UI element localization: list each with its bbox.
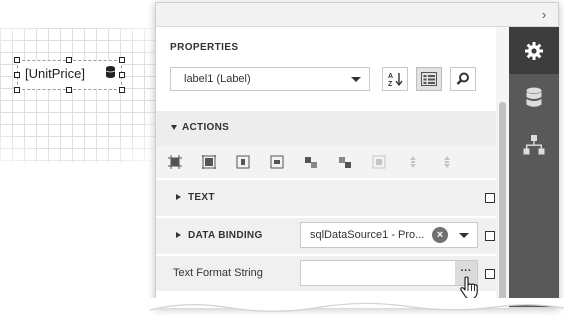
- bring-to-front-icon[interactable]: [304, 155, 318, 169]
- expanded-triangle-icon: [171, 125, 177, 130]
- chevron-down-icon[interactable]: [459, 233, 469, 238]
- svg-text:A: A: [388, 73, 393, 80]
- panel-title: PROPERTIES: [170, 42, 239, 53]
- resize-handle-top-center[interactable]: [66, 57, 72, 63]
- panel-collapse-strip: ›: [156, 3, 558, 27]
- design-surface-grid: [0, 28, 160, 163]
- data-binding-label: DATA BINDING: [188, 230, 263, 241]
- torn-edge-decoration: [150, 298, 564, 312]
- data-binding-checkbox[interactable]: [485, 231, 495, 241]
- text-section-row[interactable]: TEXT: [156, 179, 496, 216]
- component-selector-value: label1 (Label): [184, 73, 251, 85]
- text-section-checkbox[interactable]: [485, 193, 495, 203]
- data-binding-row[interactable]: DATA BINDING sqlDataSource1 - Pro... ×: [156, 217, 496, 254]
- actions-section-label: ACTIONS: [182, 122, 230, 133]
- collapsed-triangle-icon: [176, 232, 181, 238]
- report-explorer-tab[interactable]: [509, 121, 559, 168]
- resize-handle-bottom-center[interactable]: [66, 87, 72, 93]
- size-to-grid-icon[interactable]: [202, 155, 216, 169]
- resize-handle-bottom-right[interactable]: [119, 87, 125, 93]
- data-binding-editor[interactable]: sqlDataSource1 - Pro... ×: [300, 222, 478, 248]
- clear-icon[interactable]: ×: [432, 227, 448, 243]
- properties-tab[interactable]: [509, 27, 559, 74]
- text-format-string-checkbox[interactable]: [485, 269, 495, 279]
- resize-handle-top-left[interactable]: [14, 57, 20, 63]
- component-selector[interactable]: label1 (Label): [170, 67, 370, 91]
- vertical-align-alt-icon: [444, 156, 450, 168]
- text-format-string-editor[interactable]: ···: [300, 260, 478, 286]
- fit-bounds-icon: [372, 155, 386, 169]
- sort-alphabetical-icon: A Z: [388, 73, 403, 87]
- categorized-view-icon: [421, 72, 437, 86]
- resize-handle-middle-right[interactable]: [119, 72, 125, 78]
- search-button[interactable]: [450, 67, 476, 91]
- resize-handle-bottom-left[interactable]: [14, 87, 20, 93]
- scrollbar-thumb[interactable]: [499, 102, 506, 302]
- report-label-control[interactable]: [UnitPrice]: [17, 60, 122, 90]
- actions-section-header[interactable]: ACTIONS: [156, 111, 496, 146]
- resize-handle-middle-left[interactable]: [14, 72, 20, 78]
- center-horizontally-icon[interactable]: [236, 155, 250, 169]
- center-vertically-icon[interactable]: [270, 155, 284, 169]
- sort-alphabetical-button[interactable]: A Z: [382, 67, 408, 91]
- collapsed-triangle-icon: [176, 194, 181, 200]
- data-source-tab[interactable]: [509, 74, 559, 121]
- actions-toolbar: [156, 146, 496, 178]
- resize-handle-top-right[interactable]: [119, 57, 125, 63]
- text-section-label: TEXT: [188, 192, 215, 203]
- svg-text:Z: Z: [388, 81, 393, 87]
- text-format-string-row: Text Format String ···: [156, 255, 496, 291]
- search-icon: [456, 72, 469, 85]
- report-explorer-icon: [523, 134, 545, 154]
- text-format-string-label: Text Format String: [173, 267, 263, 279]
- database-binding-icon: [106, 66, 115, 78]
- chevron-down-icon: [351, 77, 361, 82]
- vertical-scrollbar[interactable]: [496, 27, 509, 308]
- properties-panel: › PROPERTIES label1 (Label) A Z ACTIONS …: [155, 2, 559, 308]
- gear-icon: [525, 41, 543, 60]
- label-control-text: [UnitPrice]: [25, 66, 85, 81]
- chevron-right-icon[interactable]: ›: [538, 8, 550, 22]
- align-to-grid-icon[interactable]: [168, 155, 182, 169]
- categorized-view-button[interactable]: [416, 67, 442, 91]
- properties-content: PROPERTIES label1 (Label) A Z ACTIONS TE…: [156, 27, 496, 308]
- panel-sidebar: [509, 27, 559, 307]
- hand-cursor-icon: [460, 276, 478, 300]
- vertical-align-icon: [410, 156, 416, 168]
- data-binding-value: sqlDataSource1 - Pro...: [310, 229, 425, 241]
- send-to-back-icon[interactable]: [338, 155, 352, 169]
- database-icon: [526, 87, 542, 107]
